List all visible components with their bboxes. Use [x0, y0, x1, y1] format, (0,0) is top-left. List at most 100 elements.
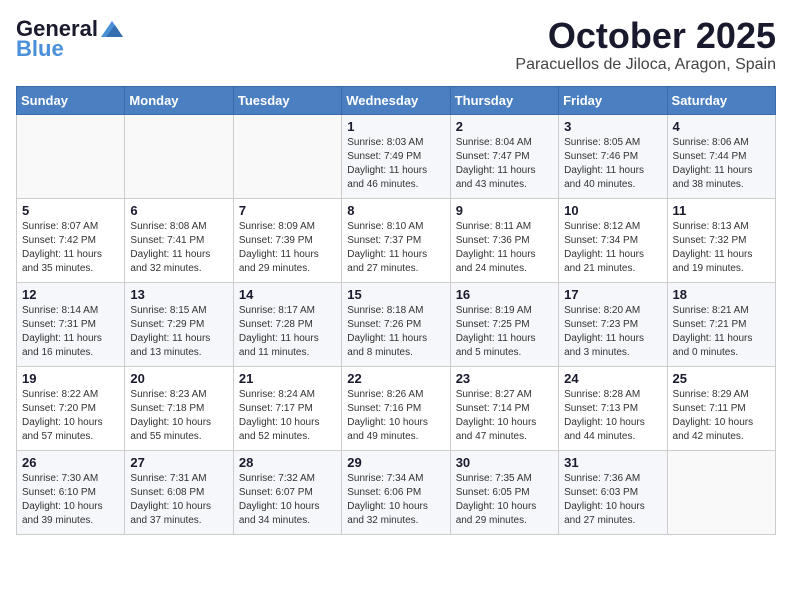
logo-icon: [101, 21, 123, 37]
table-row: 31 Sunrise: 7:36 AMSunset: 6:03 PMDaylig…: [559, 450, 667, 534]
day-number: 5: [22, 203, 119, 218]
table-row: 10 Sunrise: 8:12 AMSunset: 7:34 PMDaylig…: [559, 198, 667, 282]
day-number: 27: [130, 455, 227, 470]
day-info: Sunrise: 8:19 AMSunset: 7:25 PMDaylight:…: [456, 304, 553, 360]
day-info: Sunrise: 8:07 AMSunset: 7:42 PMDaylight:…: [22, 220, 119, 276]
day-info: Sunrise: 8:03 AMSunset: 7:49 PMDaylight:…: [347, 136, 444, 192]
day-info: Sunrise: 8:23 AMSunset: 7:18 PMDaylight:…: [130, 388, 227, 444]
table-row: 20 Sunrise: 8:23 AMSunset: 7:18 PMDaylig…: [125, 366, 233, 450]
table-row: 24 Sunrise: 8:28 AMSunset: 7:13 PMDaylig…: [559, 366, 667, 450]
day-info: Sunrise: 8:21 AMSunset: 7:21 PMDaylight:…: [673, 304, 770, 360]
day-info: Sunrise: 8:27 AMSunset: 7:14 PMDaylight:…: [456, 388, 553, 444]
day-info: Sunrise: 8:22 AMSunset: 7:20 PMDaylight:…: [22, 388, 119, 444]
day-info: Sunrise: 8:28 AMSunset: 7:13 PMDaylight:…: [564, 388, 661, 444]
day-info: Sunrise: 8:04 AMSunset: 7:47 PMDaylight:…: [456, 136, 553, 192]
table-row: 11 Sunrise: 8:13 AMSunset: 7:32 PMDaylig…: [667, 198, 775, 282]
day-number: 18: [673, 287, 770, 302]
title-area: October 2025 Paracuellos de Jiloca, Arag…: [515, 16, 776, 74]
day-number: 21: [239, 371, 336, 386]
day-info: Sunrise: 8:13 AMSunset: 7:32 PMDaylight:…: [673, 220, 770, 276]
header-friday: Friday: [559, 86, 667, 114]
table-row: [667, 450, 775, 534]
calendar-week-row: 12 Sunrise: 8:14 AMSunset: 7:31 PMDaylig…: [17, 282, 776, 366]
day-info: Sunrise: 7:31 AMSunset: 6:08 PMDaylight:…: [130, 472, 227, 528]
calendar-week-row: 26 Sunrise: 7:30 AMSunset: 6:10 PMDaylig…: [17, 450, 776, 534]
calendar-week-row: 1 Sunrise: 8:03 AMSunset: 7:49 PMDayligh…: [17, 114, 776, 198]
header-wednesday: Wednesday: [342, 86, 450, 114]
day-info: Sunrise: 8:17 AMSunset: 7:28 PMDaylight:…: [239, 304, 336, 360]
table-row: 26 Sunrise: 7:30 AMSunset: 6:10 PMDaylig…: [17, 450, 125, 534]
day-number: 13: [130, 287, 227, 302]
header-monday: Monday: [125, 86, 233, 114]
table-row: 18 Sunrise: 8:21 AMSunset: 7:21 PMDaylig…: [667, 282, 775, 366]
day-number: 26: [22, 455, 119, 470]
day-info: Sunrise: 7:30 AMSunset: 6:10 PMDaylight:…: [22, 472, 119, 528]
table-row: 19 Sunrise: 8:22 AMSunset: 7:20 PMDaylig…: [17, 366, 125, 450]
table-row: [125, 114, 233, 198]
table-row: 6 Sunrise: 8:08 AMSunset: 7:41 PMDayligh…: [125, 198, 233, 282]
day-info: Sunrise: 8:05 AMSunset: 7:46 PMDaylight:…: [564, 136, 661, 192]
table-row: 21 Sunrise: 8:24 AMSunset: 7:17 PMDaylig…: [233, 366, 341, 450]
table-row: [233, 114, 341, 198]
day-number: 24: [564, 371, 661, 386]
day-number: 28: [239, 455, 336, 470]
table-row: 5 Sunrise: 8:07 AMSunset: 7:42 PMDayligh…: [17, 198, 125, 282]
day-info: Sunrise: 8:11 AMSunset: 7:36 PMDaylight:…: [456, 220, 553, 276]
table-row: 23 Sunrise: 8:27 AMSunset: 7:14 PMDaylig…: [450, 366, 558, 450]
table-row: 17 Sunrise: 8:20 AMSunset: 7:23 PMDaylig…: [559, 282, 667, 366]
day-number: 10: [564, 203, 661, 218]
table-row: 28 Sunrise: 7:32 AMSunset: 6:07 PMDaylig…: [233, 450, 341, 534]
logo-blue: Blue: [16, 36, 64, 62]
table-row: 14 Sunrise: 8:17 AMSunset: 7:28 PMDaylig…: [233, 282, 341, 366]
day-number: 3: [564, 119, 661, 134]
day-number: 2: [456, 119, 553, 134]
table-row: 27 Sunrise: 7:31 AMSunset: 6:08 PMDaylig…: [125, 450, 233, 534]
day-number: 11: [673, 203, 770, 218]
day-number: 14: [239, 287, 336, 302]
table-row: 25 Sunrise: 8:29 AMSunset: 7:11 PMDaylig…: [667, 366, 775, 450]
calendar-week-row: 19 Sunrise: 8:22 AMSunset: 7:20 PMDaylig…: [17, 366, 776, 450]
header: General Blue October 2025 Paracuellos de…: [16, 16, 776, 74]
header-thursday: Thursday: [450, 86, 558, 114]
day-info: Sunrise: 7:36 AMSunset: 6:03 PMDaylight:…: [564, 472, 661, 528]
table-row: 16 Sunrise: 8:19 AMSunset: 7:25 PMDaylig…: [450, 282, 558, 366]
header-saturday: Saturday: [667, 86, 775, 114]
day-number: 16: [456, 287, 553, 302]
table-row: 7 Sunrise: 8:09 AMSunset: 7:39 PMDayligh…: [233, 198, 341, 282]
day-info: Sunrise: 8:24 AMSunset: 7:17 PMDaylight:…: [239, 388, 336, 444]
day-info: Sunrise: 8:20 AMSunset: 7:23 PMDaylight:…: [564, 304, 661, 360]
table-row: 30 Sunrise: 7:35 AMSunset: 6:05 PMDaylig…: [450, 450, 558, 534]
day-number: 25: [673, 371, 770, 386]
day-info: Sunrise: 7:35 AMSunset: 6:05 PMDaylight:…: [456, 472, 553, 528]
day-number: 30: [456, 455, 553, 470]
day-number: 20: [130, 371, 227, 386]
day-number: 17: [564, 287, 661, 302]
day-number: 19: [22, 371, 119, 386]
month-title: October 2025: [515, 16, 776, 56]
day-info: Sunrise: 7:34 AMSunset: 6:06 PMDaylight:…: [347, 472, 444, 528]
day-info: Sunrise: 8:12 AMSunset: 7:34 PMDaylight:…: [564, 220, 661, 276]
header-tuesday: Tuesday: [233, 86, 341, 114]
day-number: 6: [130, 203, 227, 218]
table-row: 22 Sunrise: 8:26 AMSunset: 7:16 PMDaylig…: [342, 366, 450, 450]
day-info: Sunrise: 8:29 AMSunset: 7:11 PMDaylight:…: [673, 388, 770, 444]
day-info: Sunrise: 8:08 AMSunset: 7:41 PMDaylight:…: [130, 220, 227, 276]
table-row: 1 Sunrise: 8:03 AMSunset: 7:49 PMDayligh…: [342, 114, 450, 198]
calendar-table: Sunday Monday Tuesday Wednesday Thursday…: [16, 86, 776, 535]
day-number: 9: [456, 203, 553, 218]
day-info: Sunrise: 7:32 AMSunset: 6:07 PMDaylight:…: [239, 472, 336, 528]
weekday-header-row: Sunday Monday Tuesday Wednesday Thursday…: [17, 86, 776, 114]
logo: General Blue: [16, 16, 123, 62]
day-info: Sunrise: 8:26 AMSunset: 7:16 PMDaylight:…: [347, 388, 444, 444]
location-title: Paracuellos de Jiloca, Aragon, Spain: [515, 56, 776, 74]
table-row: 3 Sunrise: 8:05 AMSunset: 7:46 PMDayligh…: [559, 114, 667, 198]
table-row: 2 Sunrise: 8:04 AMSunset: 7:47 PMDayligh…: [450, 114, 558, 198]
day-number: 31: [564, 455, 661, 470]
day-number: 15: [347, 287, 444, 302]
day-number: 4: [673, 119, 770, 134]
day-info: Sunrise: 8:06 AMSunset: 7:44 PMDaylight:…: [673, 136, 770, 192]
table-row: 15 Sunrise: 8:18 AMSunset: 7:26 PMDaylig…: [342, 282, 450, 366]
day-info: Sunrise: 8:10 AMSunset: 7:37 PMDaylight:…: [347, 220, 444, 276]
day-number: 1: [347, 119, 444, 134]
day-number: 7: [239, 203, 336, 218]
